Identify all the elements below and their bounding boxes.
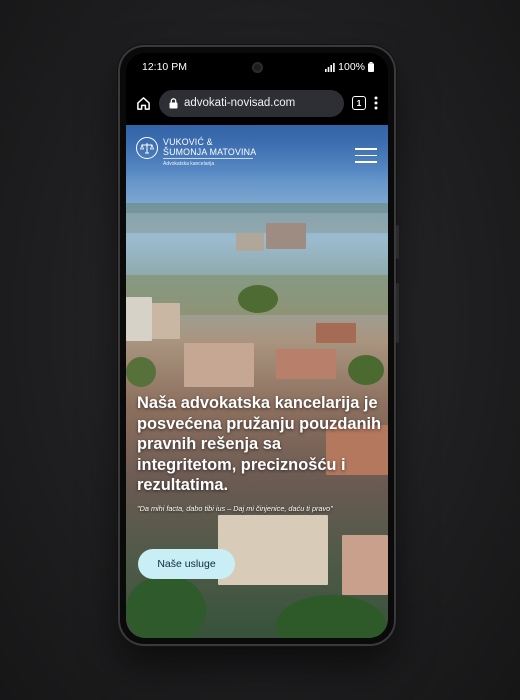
tree bbox=[276, 595, 386, 638]
distant-building bbox=[236, 233, 264, 251]
battery-icon bbox=[368, 62, 374, 72]
building bbox=[342, 535, 388, 595]
building bbox=[276, 349, 336, 379]
status-time: 12:10 PM bbox=[142, 61, 187, 73]
logo-divider bbox=[163, 158, 253, 159]
home-icon[interactable] bbox=[136, 96, 151, 111]
address-bar[interactable]: advokati-novisad.com bbox=[159, 89, 344, 117]
site-header: VUKOVIĆ & ŠUMONJA MATOVINA Advokatska ka… bbox=[126, 125, 388, 181]
tree bbox=[238, 285, 278, 313]
logo-line-1: VUKOVIĆ & bbox=[163, 137, 213, 147]
volume-button bbox=[396, 225, 399, 259]
central-building bbox=[218, 515, 328, 585]
building bbox=[184, 343, 254, 387]
distant-city bbox=[126, 213, 388, 233]
site-logo[interactable]: VUKOVIĆ & ŠUMONJA MATOVINA Advokatska ka… bbox=[136, 137, 256, 167]
distant-building bbox=[266, 223, 306, 249]
hero-title: Naša advokatska kancelarija je posvećena… bbox=[137, 394, 382, 494]
front-camera bbox=[252, 62, 263, 73]
tree bbox=[348, 355, 384, 385]
tree bbox=[126, 357, 156, 387]
tabs-icon[interactable]: 1 bbox=[352, 96, 366, 110]
services-button[interactable]: Naše usluge bbox=[138, 549, 235, 579]
building bbox=[152, 303, 180, 339]
logo-subtitle: Advokatska kancelarija bbox=[163, 161, 215, 167]
power-button bbox=[396, 283, 399, 343]
hero-quote: "Da mihi facta, dabo tibi ius – Daj mi č… bbox=[137, 503, 333, 513]
phone-frame: 12:10 PM 100% advokati-novisad.com 1 VUK… bbox=[120, 47, 399, 644]
phone-screen: 12:10 PM 100% advokati-novisad.com 1 VUK… bbox=[126, 53, 388, 638]
red-roof bbox=[316, 323, 356, 343]
tree bbox=[126, 575, 206, 638]
website-viewport: VUKOVIĆ & ŠUMONJA MATOVINA Advokatska ka… bbox=[126, 125, 388, 638]
status-indicators: 100% bbox=[325, 61, 374, 73]
building bbox=[126, 297, 152, 341]
horizon-band bbox=[126, 203, 388, 213]
battery-percent: 100% bbox=[338, 61, 365, 73]
logo-line-2: ŠUMONJA MATOVINA bbox=[163, 147, 257, 157]
more-vert-icon[interactable] bbox=[374, 96, 378, 110]
signal-icon bbox=[325, 62, 335, 72]
browser-toolbar: advokati-novisad.com 1 bbox=[126, 81, 388, 125]
hero-section: Naša advokatska kancelarija je posvećena… bbox=[137, 393, 382, 513]
lock-icon bbox=[169, 97, 178, 108]
status-bar: 12:10 PM 100% bbox=[126, 53, 388, 81]
url-text: advokati-novisad.com bbox=[184, 97, 296, 109]
scales-of-justice-icon bbox=[136, 137, 158, 159]
hamburger-menu-icon[interactable] bbox=[355, 148, 377, 168]
